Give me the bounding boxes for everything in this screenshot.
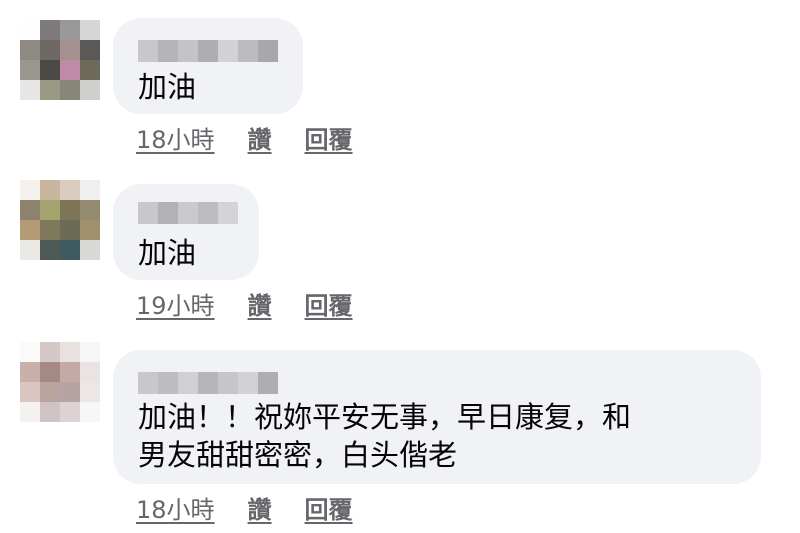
avatar[interactable] xyxy=(20,180,100,260)
reply-button[interactable]: 回覆 xyxy=(305,286,353,321)
reply-button[interactable]: 回覆 xyxy=(305,120,353,155)
avatar[interactable] xyxy=(20,342,100,422)
comment-text: 加油 xyxy=(138,236,197,270)
comment-text: 加油 xyxy=(138,70,197,104)
reply-button[interactable]: 回覆 xyxy=(305,490,353,525)
timestamp-link[interactable]: 18小時 xyxy=(136,120,215,155)
avatar[interactable] xyxy=(20,20,100,100)
comment-item: 加油 18小時 讚 回覆 xyxy=(0,0,800,160)
comment-actions: 18小時 讚 回覆 xyxy=(136,120,353,155)
like-button[interactable]: 讚 xyxy=(248,490,272,525)
author-name-blurred[interactable] xyxy=(138,202,238,224)
comment-bubble: 加油 xyxy=(113,184,259,280)
comment-bubble: 加油 xyxy=(113,18,303,114)
author-name-blurred[interactable] xyxy=(138,372,278,394)
like-button[interactable]: 讚 xyxy=(248,286,272,321)
author-name-blurred[interactable] xyxy=(138,40,278,62)
comment-item: 加油 19小時 讚 回覆 xyxy=(0,160,800,330)
timestamp-link[interactable]: 18小時 xyxy=(136,490,215,525)
comment-actions: 18小時 讚 回覆 xyxy=(136,490,353,525)
comment-item: 加油！！祝妳平安无事，早日康复，和 男友甜甜密密，白头偕老 18小時 讚 回覆 xyxy=(0,330,800,533)
like-button[interactable]: 讚 xyxy=(248,120,272,155)
comment-text-line: 男友甜甜密密，白头偕老 xyxy=(138,438,458,472)
comment-actions: 19小時 讚 回覆 xyxy=(136,286,353,321)
comment-bubble: 加油！！祝妳平安无事，早日康复，和 男友甜甜密密，白头偕老 xyxy=(113,350,761,484)
timestamp-link[interactable]: 19小時 xyxy=(136,286,215,321)
